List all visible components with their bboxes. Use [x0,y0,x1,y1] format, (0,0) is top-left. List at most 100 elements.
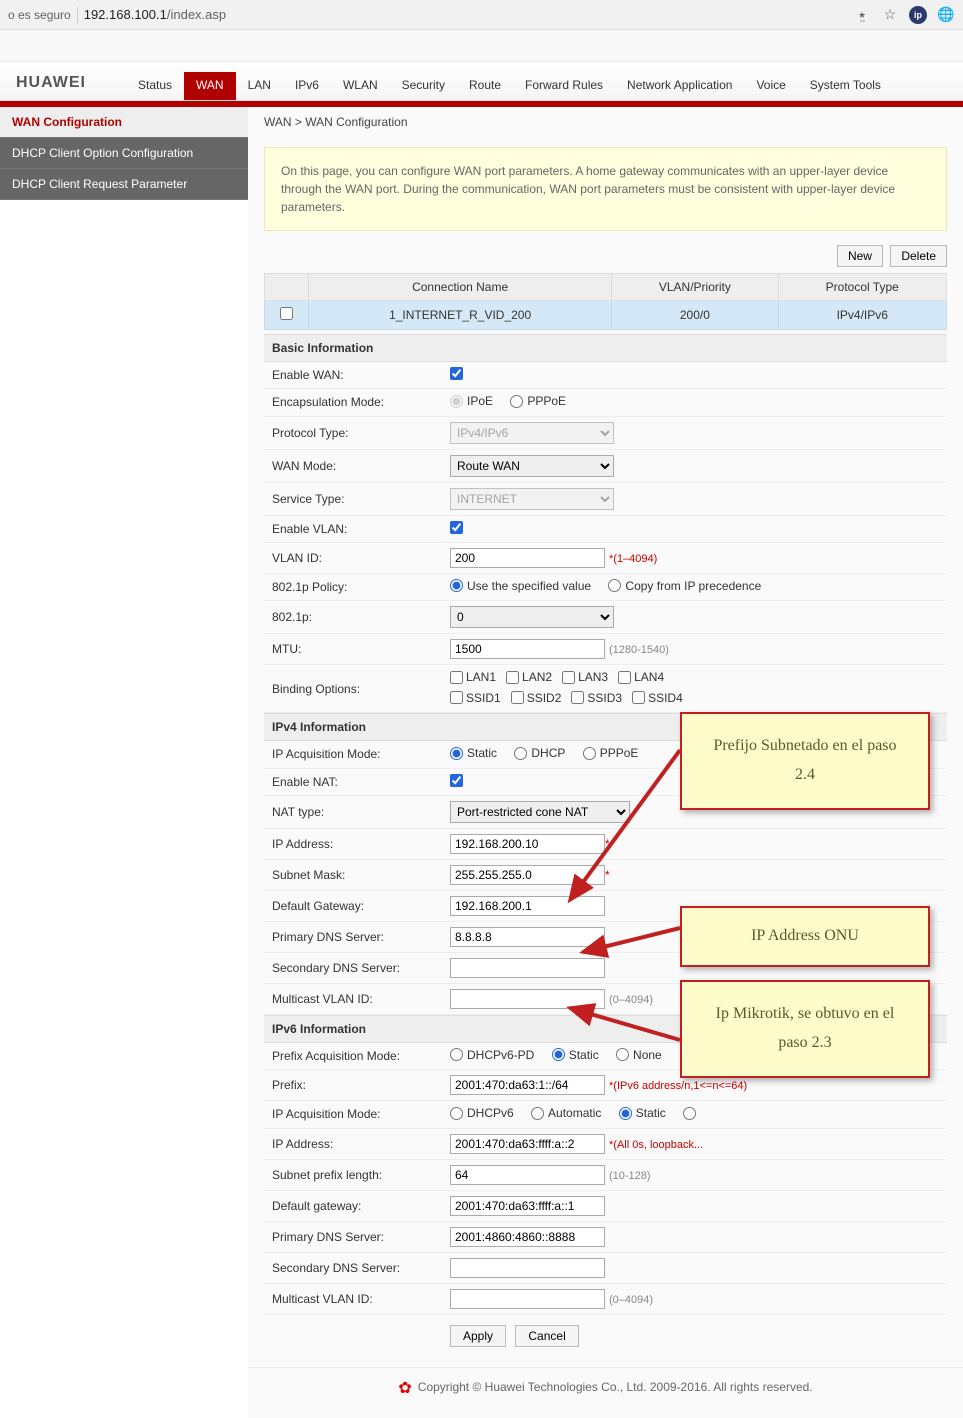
ipacq-static-radio[interactable] [450,747,463,760]
breadcrumb: WAN > WAN Configuration [248,107,963,137]
encap-ipoe-radio[interactable] [450,395,463,408]
divider [77,7,78,23]
sidebar-item-0[interactable]: WAN Configuration [0,107,248,138]
enable-nat-checkbox[interactable] [450,774,463,787]
8021p-select[interactable]: 0 [450,606,614,628]
translate-icon[interactable]: ⭑̤ [853,6,871,24]
nav-network-application[interactable]: Network Application [615,72,744,100]
servicetype-select[interactable]: INTERNET [450,488,614,510]
nav-lan[interactable]: LAN [236,72,283,100]
nav-route[interactable]: Route [457,72,513,100]
8021p-specified-radio[interactable] [450,579,463,592]
gw6-input[interactable] [450,1196,605,1216]
bind-lan1-checkbox[interactable] [450,671,463,684]
dns61-label: Primary DNS Server: [264,1221,442,1252]
delete-button[interactable]: Delete [890,245,947,267]
connection-table: Connection NameVLAN/PriorityProtocol Typ… [264,273,947,330]
gw-label: Default Gateway: [264,890,442,921]
bind-lan2-checkbox[interactable] [506,671,519,684]
nav-system-tools[interactable]: System Tools [798,72,893,100]
nav-status[interactable]: Status [126,72,184,100]
huawei-petal-icon: ✿ [398,1380,411,1397]
bind-ssid4-checkbox[interactable] [632,691,645,704]
ipacq6-extra-radio[interactable] [683,1107,696,1120]
vlanid-label: VLAN ID: [264,542,442,573]
spfxlen-input[interactable] [450,1165,605,1185]
ipacq6-dhcpv6-radio[interactable] [450,1107,463,1120]
apply-button[interactable]: Apply [450,1325,506,1347]
dns2-input[interactable] [450,958,605,978]
mvlan-label: Multicast VLAN ID: [264,983,442,1014]
conn-header: VLAN/Priority [612,274,778,301]
ipacq6-auto-radio[interactable] [531,1107,544,1120]
table-row[interactable]: 1_INTERNET_R_VID_200 200/0 IPv4/IPv6 [265,301,947,330]
ext-icon-2[interactable]: 🌐 [937,6,955,24]
bind-ssid1-checkbox[interactable] [450,691,463,704]
arrow-2 [575,920,685,960]
ipacq6-static-radio[interactable] [619,1107,632,1120]
dns61-input[interactable] [450,1227,605,1247]
8021p-copy-radio[interactable] [608,579,621,592]
arrow-3 [560,1000,690,1050]
enable-wan-label: Enable WAN: [264,362,442,389]
gw6-label: Default gateway: [264,1190,442,1221]
ipacq-dhcp-radio[interactable] [514,747,527,760]
enable-nat-label: Enable NAT: [264,768,442,795]
basic-form: Enable WAN: Encapsulation Mode: IPoE PPP… [264,362,947,713]
conn-header: Connection Name [309,274,612,301]
nav-ipv6[interactable]: IPv6 [283,72,331,100]
proto-select[interactable]: IPv4/IPv6 [450,422,614,444]
encap-pppoe-radio[interactable] [510,395,523,408]
sidebar-item-1[interactable]: DHCP Client Option Configuration [0,138,248,169]
sidebar-item-2[interactable]: DHCP Client Request Parameter [0,169,248,200]
url-text: 192.168.100.1/index.asp [84,7,226,22]
8021p-label: 802.1p: [264,601,442,634]
enable-vlan-checkbox[interactable] [450,521,463,534]
ipacq-label: IP Acquisition Mode: [264,741,442,768]
nav-voice[interactable]: Voice [744,72,797,100]
nav-wlan[interactable]: WLAN [331,72,390,100]
vlanid-input[interactable] [450,548,605,568]
servicetype-label: Service Type: [264,482,442,515]
bind-ssid3-checkbox[interactable] [571,691,584,704]
wanmode-label: WAN Mode: [264,449,442,482]
nav-wan[interactable]: WAN [184,72,236,100]
mtu-input[interactable] [450,639,605,659]
nav-security[interactable]: Security [390,72,457,100]
dns62-input[interactable] [450,1258,605,1278]
pfxacq-dhcpv6pd-radio[interactable] [450,1048,463,1061]
top-nav: StatusWANLANIPv6WLANSecurityRouteForward… [126,72,893,100]
row-checkbox[interactable] [280,307,293,320]
pfx-input[interactable] [450,1075,605,1095]
mvlan6-input[interactable] [450,1289,605,1309]
sidebar: WAN ConfigurationDHCP Client Option Conf… [0,107,248,200]
dns1-label: Primary DNS Server: [264,921,442,952]
8021p-policy-label: 802.1p Policy: [264,573,442,601]
wanmode-select[interactable]: Route WAN [450,455,614,477]
bind-lan3-checkbox[interactable] [562,671,575,684]
mvlan6-label: Multicast VLAN ID: [264,1283,442,1314]
info-box: On this page, you can configure WAN port… [264,147,947,231]
conn-vlan: 200/0 [612,301,778,330]
new-button[interactable]: New [837,245,883,267]
dns2-label: Secondary DNS Server: [264,952,442,983]
ip6addr-input[interactable] [450,1134,605,1154]
ip6addr-label: IP Address: [264,1128,442,1159]
nattype-label: NAT type: [264,795,442,828]
bookmark-bar [0,30,963,62]
ext-icon-1[interactable]: ip [909,6,927,24]
section-basic: Basic Information [264,334,947,362]
cancel-button[interactable]: Cancel [515,1325,578,1347]
nav-forward-rules[interactable]: Forward Rules [513,72,615,100]
dns62-label: Secondary DNS Server: [264,1252,442,1283]
header: HUAWEI StatusWANLANIPv6WLANSecurityRoute… [0,62,963,101]
star-icon[interactable]: ☆ [881,6,899,24]
enable-wan-checkbox[interactable] [450,367,463,380]
conn-proto: IPv4/IPv6 [778,301,947,330]
spfxlen-label: Subnet prefix length: [264,1159,442,1190]
bind-ssid2-checkbox[interactable] [511,691,524,704]
conn-header [265,274,309,301]
bind-lan4-checkbox[interactable] [618,671,631,684]
footer: ✿Copyright © Huawei Technologies Co., Lt… [248,1367,963,1418]
logo: HUAWEI [16,74,86,100]
